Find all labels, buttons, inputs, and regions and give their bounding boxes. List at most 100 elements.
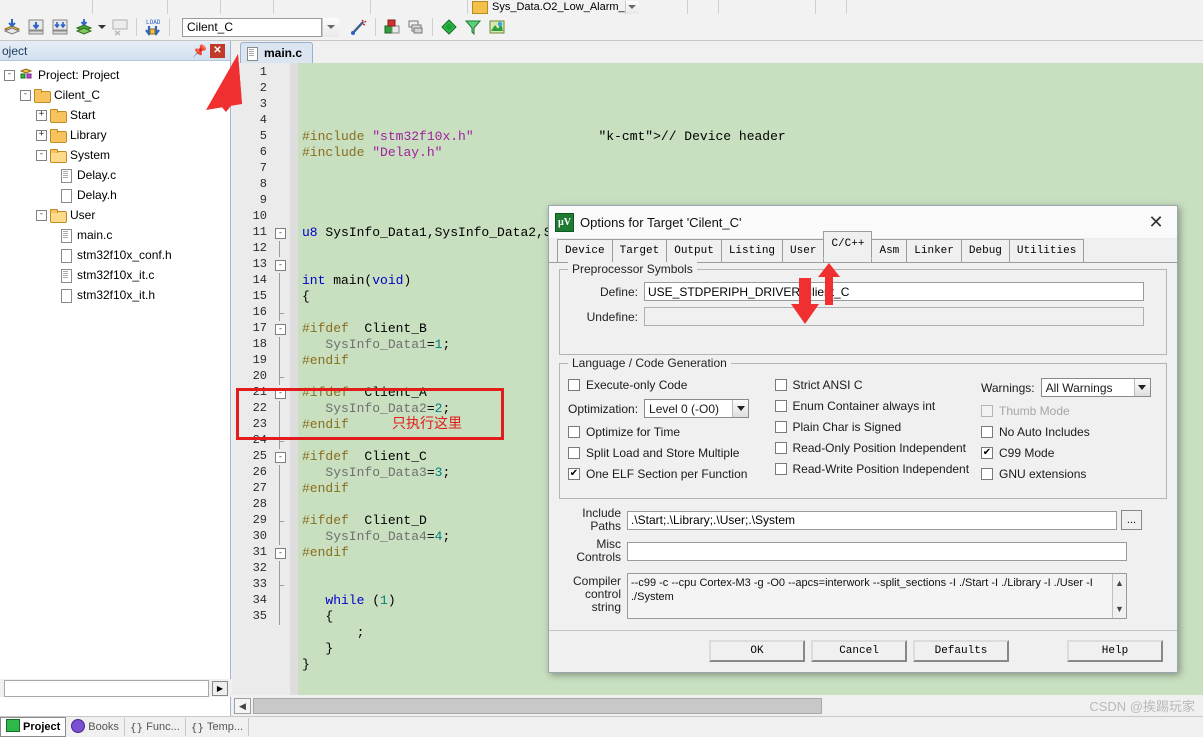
project-tree[interactable]: - Project: Project - Cilent_C + Start + Lib… — [0, 61, 230, 305]
multiproject-icon[interactable] — [485, 16, 509, 38]
file-selector-combo[interactable]: Sys_Data.O2_Low_Alarm_ — [472, 0, 639, 14]
tree-item-project-root[interactable]: - Project: Project — [2, 65, 230, 85]
find-in-files-icon[interactable] — [639, 1, 661, 14]
expander-toggle[interactable]: - — [4, 69, 15, 81]
close-icon[interactable]: ✕ — [1141, 208, 1171, 236]
code-line[interactable] — [298, 177, 1203, 193]
checkbox-read-only-position-independent[interactable]: Read-Only Position Independent — [774, 441, 982, 455]
target-selector[interactable]: Cilent_C — [174, 17, 339, 37]
compiler-control-textarea[interactable]: --c99 -c --cpu Cortex-M3 -g -O0 --apcs=i… — [627, 573, 1127, 619]
tree-item-file[interactable]: stm32f10x_it.c — [2, 265, 230, 285]
checkbox-no-auto-includes[interactable]: No Auto Includes — [981, 425, 1158, 439]
tree-item-file[interactable]: Delay.h — [2, 185, 230, 205]
checkbox-box[interactable] — [774, 400, 787, 412]
copy-icon[interactable] — [119, 1, 141, 14]
target-combo-value[interactable]: Cilent_C — [182, 17, 322, 37]
fold-toggle-icon[interactable]: - — [275, 548, 286, 559]
code-line[interactable]: #include "Delay.h" — [298, 145, 1203, 161]
fold-cell[interactable]: - — [272, 545, 290, 561]
dialog-tab-device[interactable]: Device — [557, 239, 613, 262]
tree-item-file[interactable]: main.c — [2, 225, 230, 245]
batch-build-icon[interactable] — [72, 16, 96, 38]
dialog-tab-c-c[interactable]: C/C++ — [823, 231, 873, 259]
fold-cell[interactable]: - — [272, 449, 290, 465]
bottom-tab-func[interactable]: {} Func... — [125, 718, 186, 736]
misc-controls-input[interactable] — [627, 541, 1127, 561]
new-file-icon[interactable] — [0, 1, 22, 14]
chevron-down-icon[interactable] — [732, 400, 749, 417]
breakpoint-icon[interactable] — [692, 1, 714, 14]
include-paths-input[interactable]: .\Start;.\Library;.\User;.\System — [627, 510, 1117, 530]
code-line[interactable] — [298, 161, 1203, 177]
batch-build-dropdown-icon[interactable] — [96, 16, 108, 38]
build-icon[interactable] — [24, 16, 48, 38]
open-folder-icon[interactable] — [22, 1, 44, 14]
indent-icon[interactable] — [375, 1, 397, 14]
bottom-tab-project[interactable]: Project — [0, 717, 67, 737]
insert-bookmark-icon[interactable] — [278, 1, 300, 14]
scroll-up-arrow-icon[interactable]: ▲ — [1115, 576, 1124, 590]
forward-icon[interactable] — [247, 1, 269, 14]
checkbox-one-elf-section[interactable]: One ELF Section per Function — [568, 467, 775, 481]
expander-toggle[interactable]: - — [20, 89, 31, 101]
insert-breakpoint-icon[interactable] — [661, 1, 683, 14]
fold-cell[interactable]: - — [272, 385, 290, 401]
fold-cell[interactable]: - — [272, 225, 290, 241]
comment-icon[interactable] — [419, 1, 441, 14]
checkbox-split-load-store[interactable]: Split Load and Store Multiple — [568, 446, 775, 460]
checkbox-box[interactable] — [568, 468, 580, 480]
checkbox-box[interactable] — [568, 426, 580, 438]
tree-item-group[interactable]: - User — [2, 205, 230, 225]
checkbox-box[interactable] — [568, 447, 580, 459]
cancel-button[interactable]: Cancel — [811, 640, 907, 662]
fold-cell[interactable]: - — [272, 321, 290, 337]
pin-icon[interactable]: 📌 — [192, 44, 207, 58]
scrollbar-track[interactable] — [253, 698, 1201, 714]
checkbox-enum-container-int[interactable]: Enum Container always int — [774, 399, 982, 413]
checkbox-execute-only-code[interactable]: Execute-only Code — [568, 378, 775, 392]
dialog-tab-target[interactable]: Target — [611, 239, 668, 262]
code-line[interactable]: #include "stm32f10x.h" "k-cmt">// Device… — [298, 129, 1203, 145]
load-icon[interactable]: LOAD — [141, 16, 165, 38]
scroll-left-arrow-icon[interactable]: ◀ — [234, 698, 251, 714]
define-input[interactable]: USE_STDPERIPH_DRIVER,Client_C — [644, 282, 1144, 301]
checkbox-read-write-position-independent[interactable]: Read-Write Position Independent — [774, 462, 982, 476]
help-button[interactable]: Help — [1067, 640, 1163, 662]
redo-icon[interactable] — [194, 1, 216, 14]
back-icon[interactable] — [225, 1, 247, 14]
rebuild-icon[interactable] — [48, 16, 72, 38]
bookmark-clear-icon[interactable] — [344, 1, 366, 14]
tree-item-target[interactable]: - Cilent_C — [2, 85, 230, 105]
tools-icon[interactable] — [851, 1, 873, 14]
defaults-button[interactable]: Defaults — [913, 640, 1009, 662]
editor-hscrollbar[interactable]: ◀ — [232, 695, 1203, 717]
dialog-tab-output[interactable]: Output — [666, 239, 722, 262]
fold-toggle-icon[interactable]: - — [275, 452, 286, 463]
configure-icon[interactable] — [437, 16, 461, 38]
cut-icon[interactable] — [97, 1, 119, 14]
undefine-input[interactable] — [644, 307, 1144, 326]
breakpoint-disable-icon[interactable] — [745, 1, 767, 14]
checkbox-c99-mode[interactable]: C99 Mode — [981, 446, 1158, 460]
filter-icon[interactable] — [461, 16, 485, 38]
browse-include-paths-button[interactable]: ... — [1121, 510, 1142, 530]
checkbox-box[interactable] — [774, 463, 787, 475]
code-line[interactable] — [298, 673, 1203, 689]
checkbox-box[interactable] — [981, 447, 993, 459]
fold-cell[interactable]: - — [272, 257, 290, 273]
window-layout-icon[interactable] — [820, 1, 842, 14]
dialog-tab-debug[interactable]: Debug — [960, 239, 1010, 262]
chevron-down-icon[interactable] — [624, 0, 639, 14]
ok-button[interactable]: OK — [709, 640, 805, 662]
breakpoint-set-icon[interactable] — [723, 1, 745, 14]
tree-item-file[interactable]: Delay.c — [2, 165, 230, 185]
expander-toggle[interactable]: + — [36, 109, 47, 121]
tree-item-group[interactable]: + Library — [2, 125, 230, 145]
checkbox-box[interactable] — [568, 379, 580, 391]
bottom-tab-books[interactable]: Books — [66, 718, 125, 736]
code-folding-column[interactable]: - - - - - - — [272, 63, 290, 695]
tree-item-group[interactable]: - System — [2, 145, 230, 165]
scrollbar-thumb[interactable] — [253, 698, 822, 714]
paste-icon[interactable] — [141, 1, 163, 14]
scroll-down-arrow-icon[interactable]: ▼ — [1115, 602, 1124, 616]
